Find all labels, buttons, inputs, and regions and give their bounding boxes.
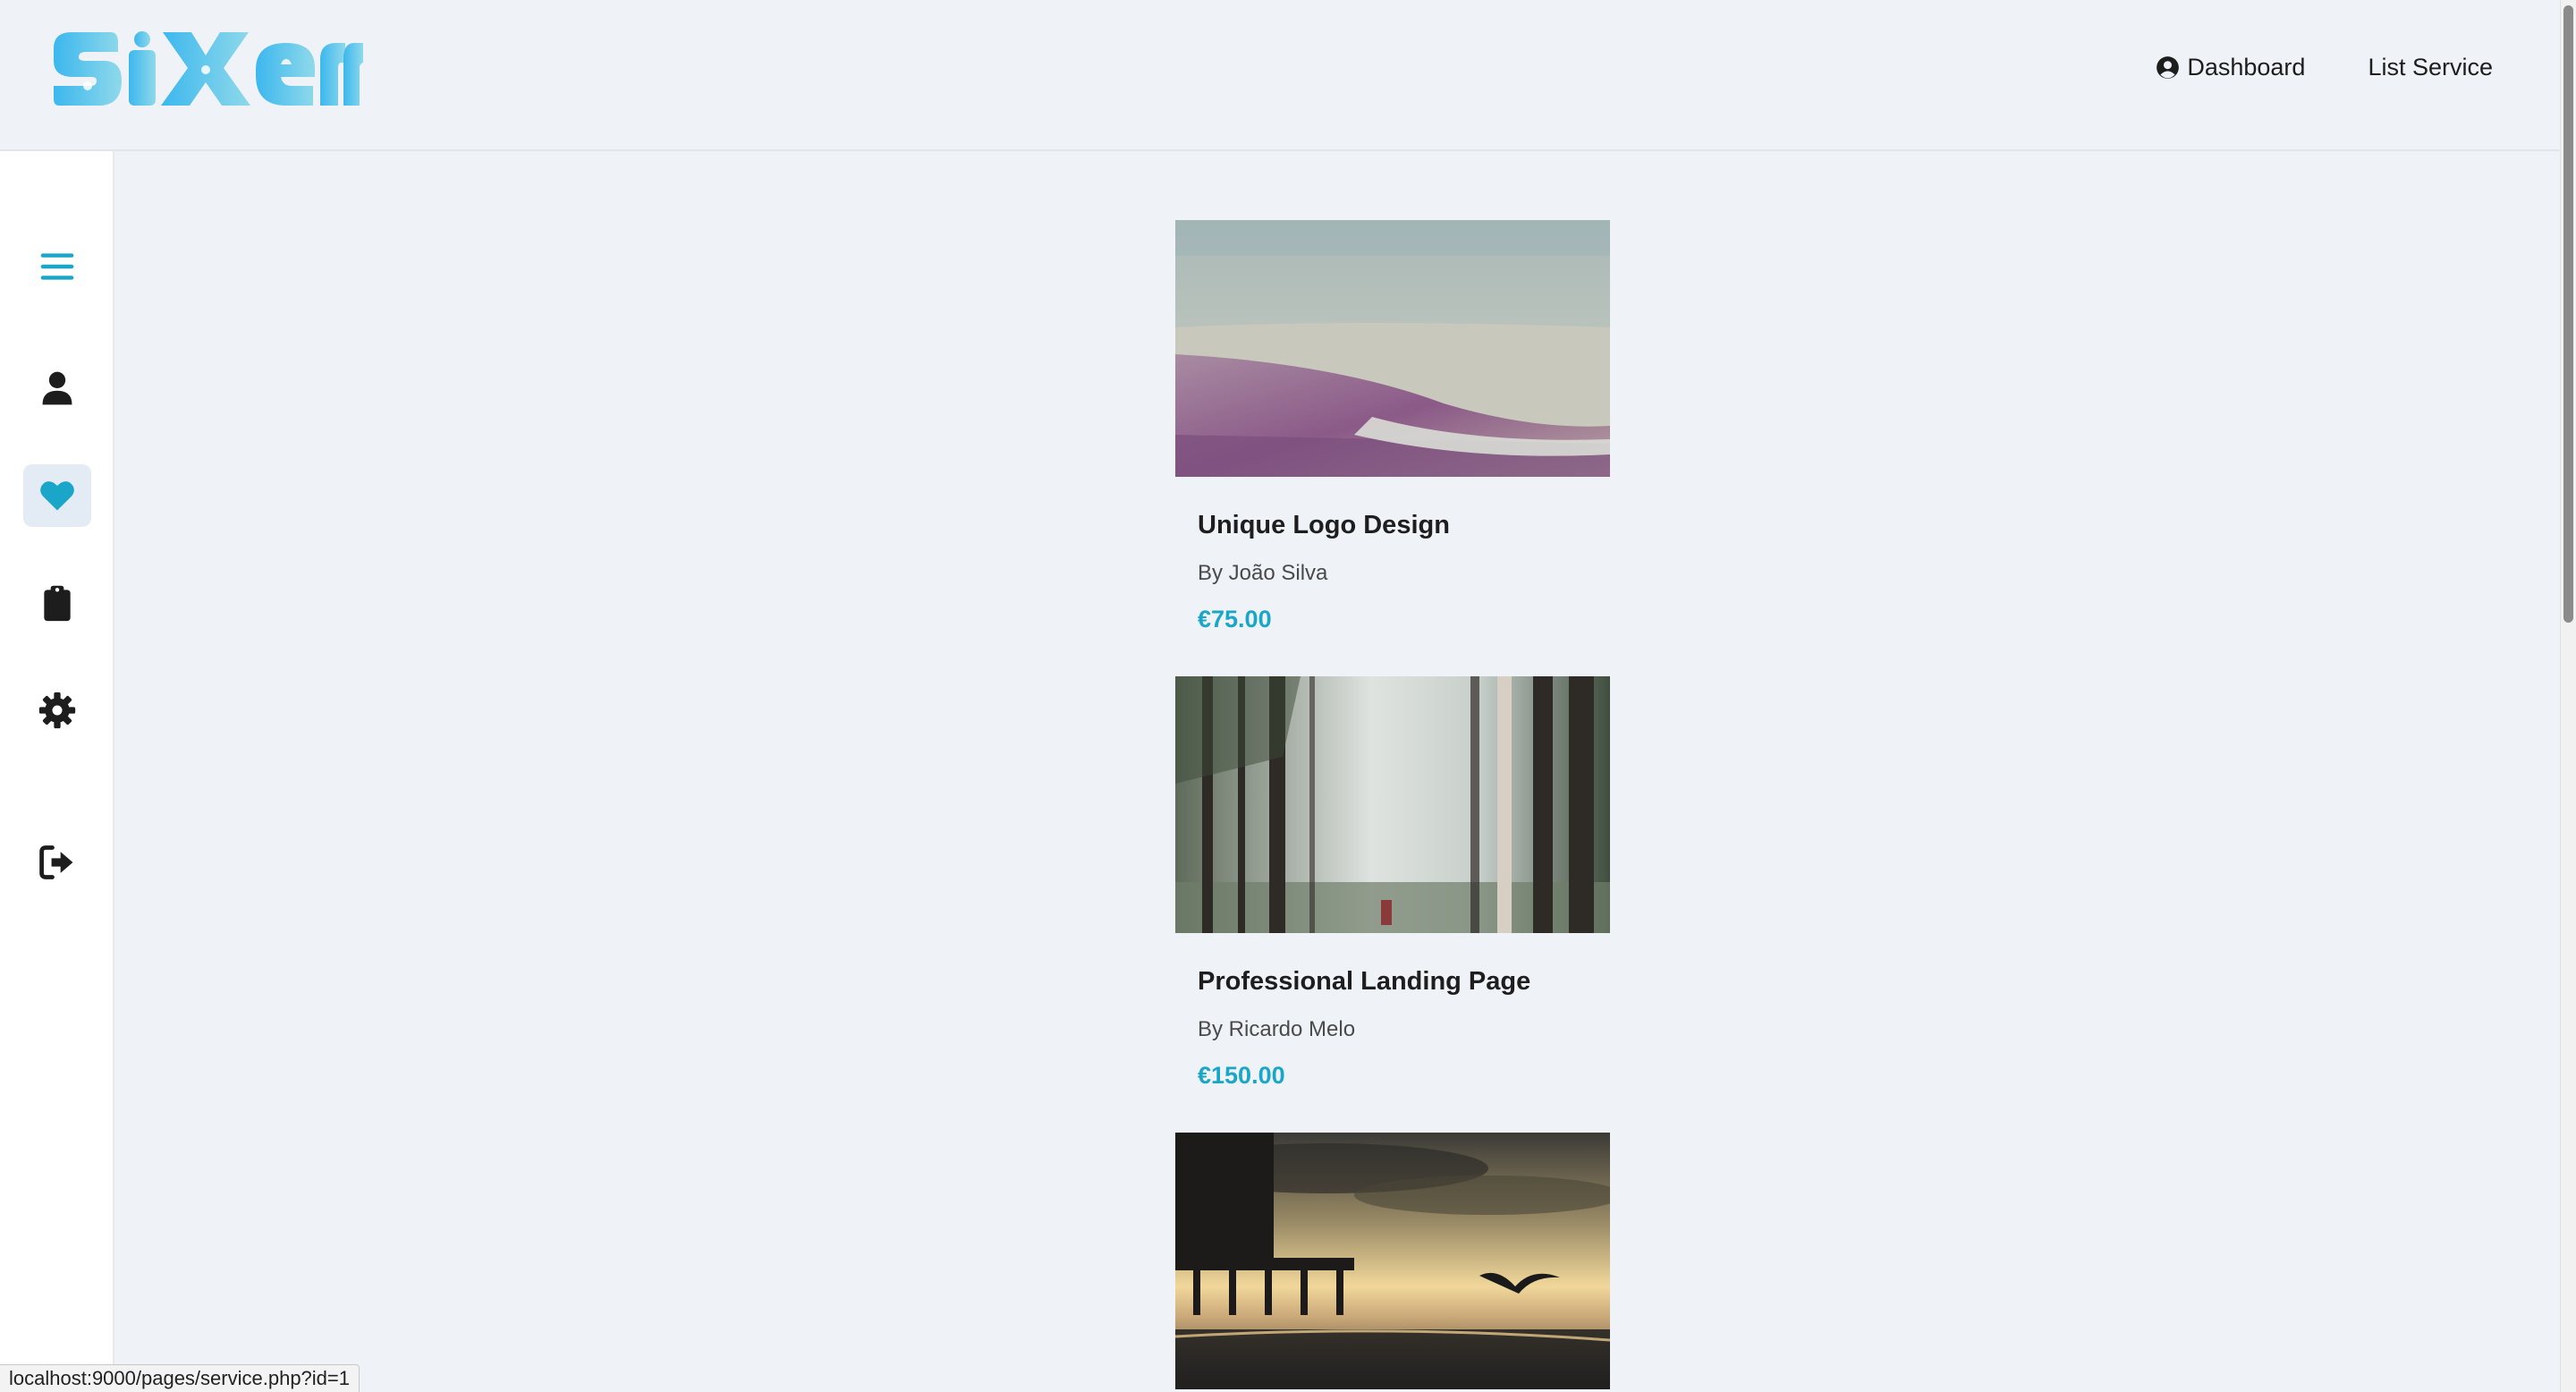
top-header: Dashboard List Service [0,0,2560,151]
service-card[interactable]: Professional Landing Page By Ricardo Mel… [1175,676,1610,1090]
list-service-link[interactable]: List Service [2368,54,2493,81]
service-author: By Ricardo Melo [1198,1017,1356,1041]
sixerr-logo[interactable] [52,30,363,107]
sidebar [0,151,114,1392]
heart-icon [40,481,74,511]
top-nav: Dashboard List Service [2156,54,2493,81]
user-circle-icon [2157,56,2180,79]
main-content: Unique Logo Design By João Silva €75.00 [114,151,2560,1392]
service-title[interactable]: Professional Landing Page [1198,967,1610,997]
gear-icon [38,692,76,729]
service-card[interactable] [1175,1133,1610,1389]
page-scrollbar[interactable] [2560,0,2576,1392]
dashboard-link[interactable]: Dashboard [2156,54,2305,81]
clipboard-icon [44,585,71,622]
service-thumbnail[interactable] [1175,1133,1610,1389]
page: Dashboard List Service Unique Logo Desig… [0,0,2576,1392]
hamburger-menu-icon [40,253,74,280]
service-author: By João Silva [1198,561,1328,585]
service-thumbnail[interactable] [1175,676,1610,933]
sidebar-item-logout[interactable] [23,831,91,894]
service-price: €150.00 [1198,1062,1285,1089]
service-price: €75.00 [1198,606,1272,632]
status-bar-url: localhost:9000/pages/service.php?id=1 [0,1364,360,1392]
dashboard-link-label: Dashboard [2187,54,2306,81]
logout-icon [39,845,73,879]
sidebar-item-settings[interactable] [23,679,91,742]
service-card[interactable]: Unique Logo Design By João Silva €75.00 [1175,220,1610,633]
service-title[interactable]: Unique Logo Design [1198,511,1610,540]
service-thumbnail[interactable] [1175,220,1610,477]
user-icon [42,371,72,405]
sidebar-item-orders[interactable] [23,572,91,634]
sidebar-menu-button[interactable] [23,235,91,298]
sidebar-item-profile[interactable] [23,357,91,420]
scrollbar-thumb[interactable] [2563,5,2573,623]
list-service-link-label: List Service [2368,54,2493,81]
sidebar-item-favorites[interactable] [23,464,91,527]
